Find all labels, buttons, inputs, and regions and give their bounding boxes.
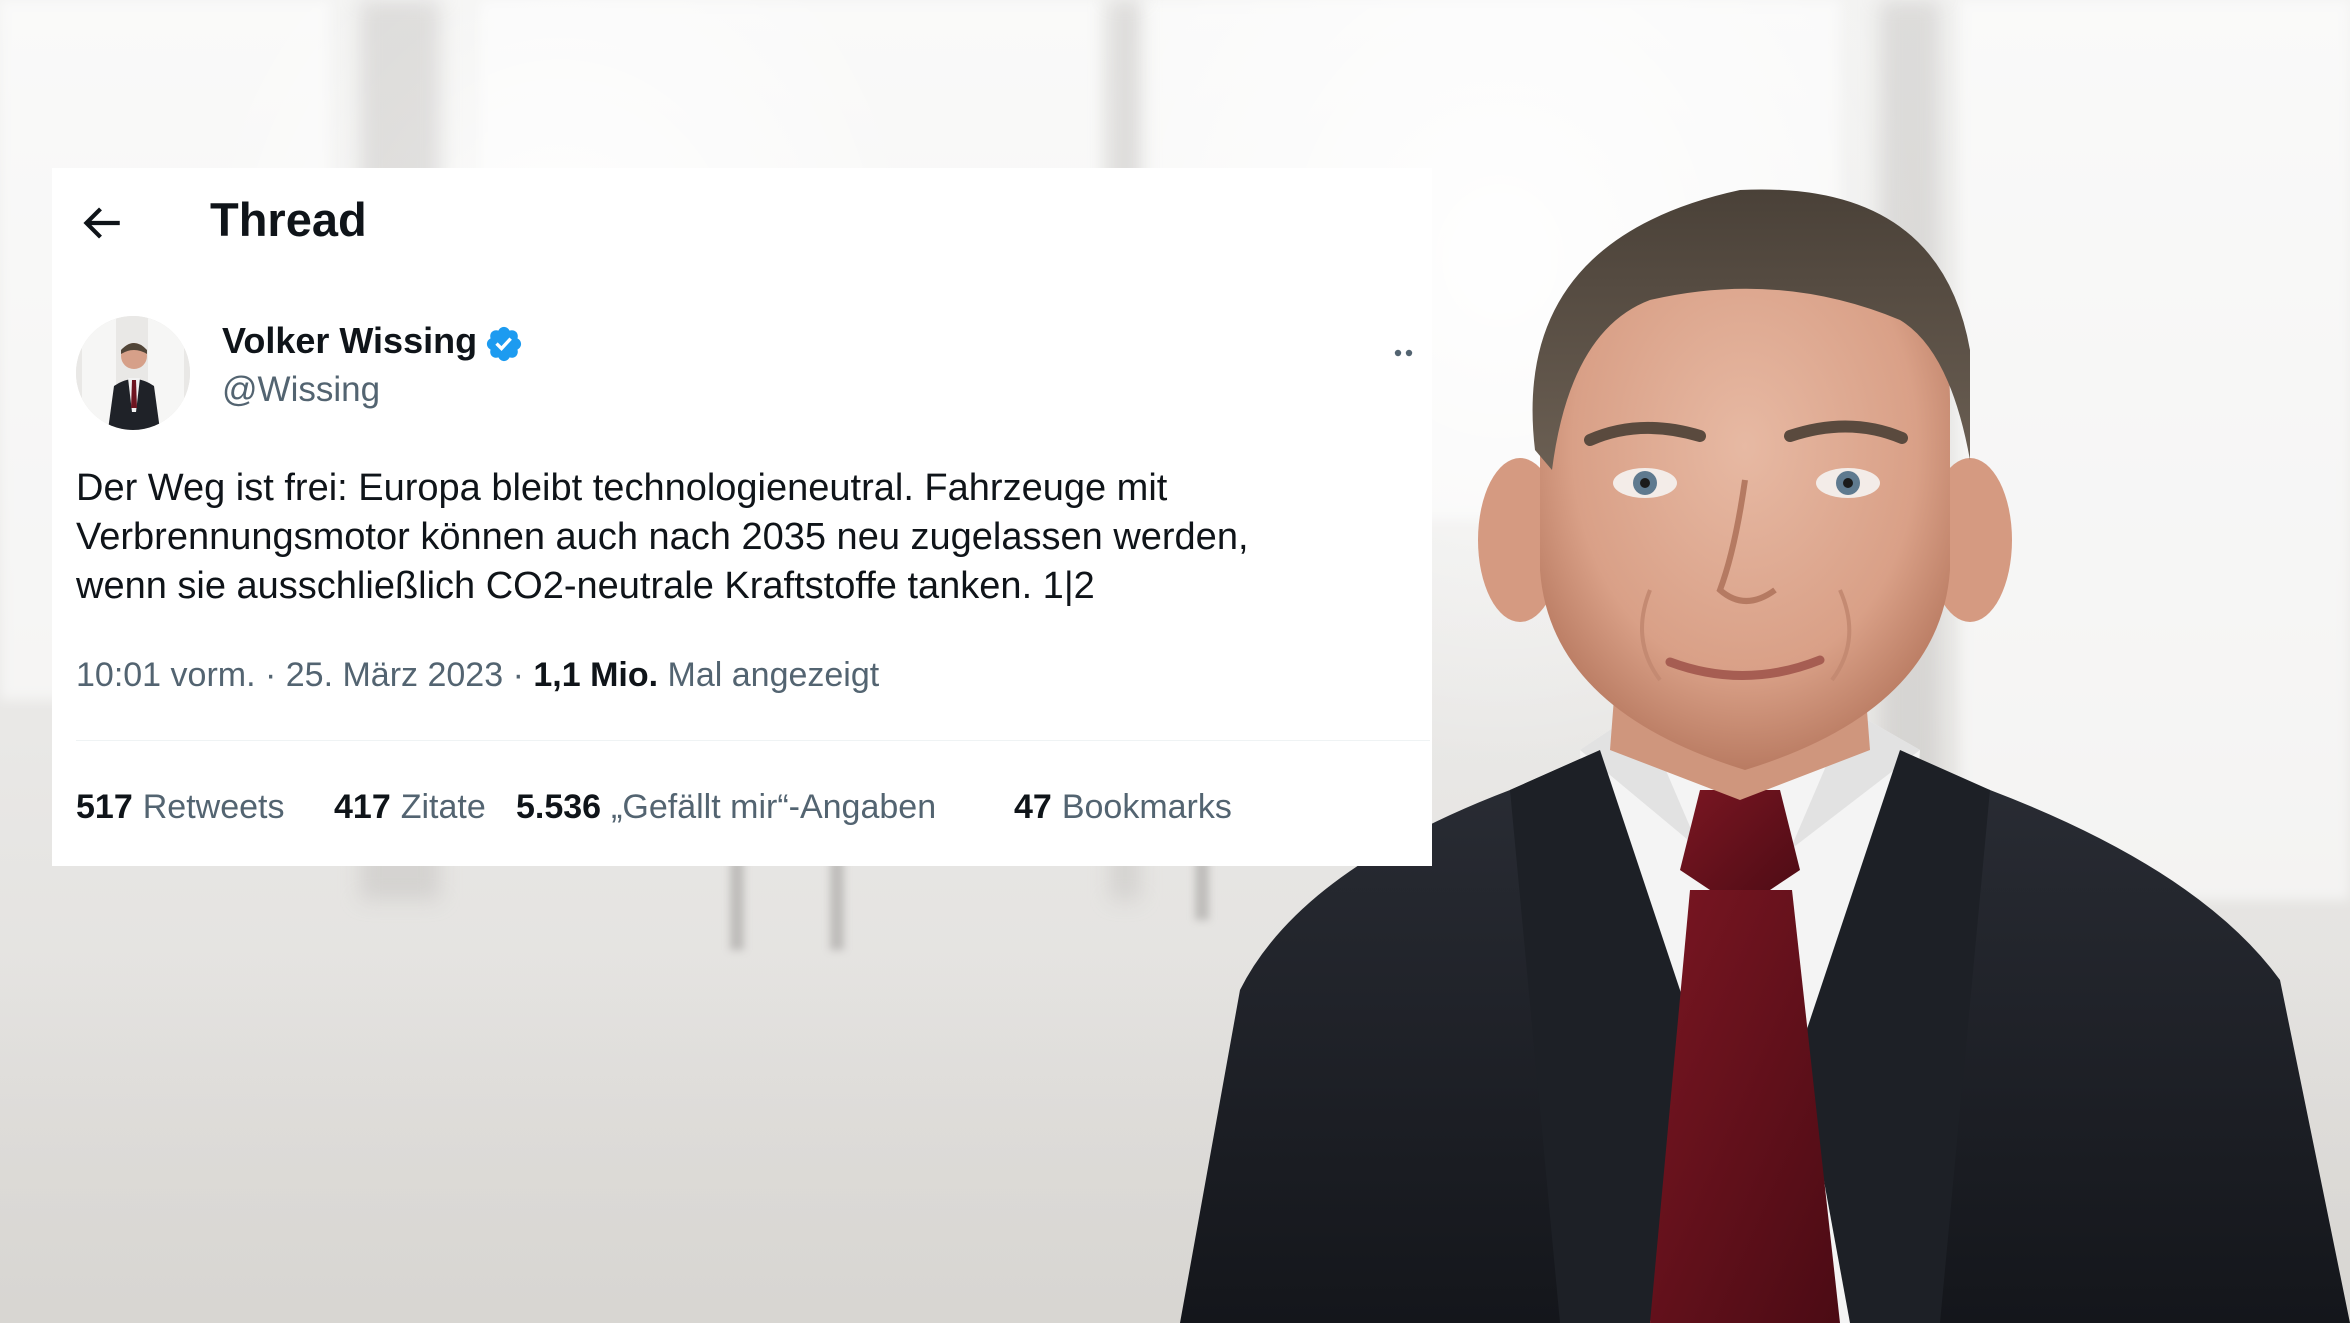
thread-header: Thread <box>52 168 1432 276</box>
railing-post <box>830 860 844 950</box>
quotes-count: 417 <box>334 788 391 826</box>
meta-separator: · <box>512 656 524 694</box>
author-handle[interactable]: @Wissing <box>222 370 380 410</box>
likes-label: „Gefällt mir“-Angaben <box>611 788 937 826</box>
quotes-label: Zitate <box>400 788 486 826</box>
likes-stat[interactable]: 5.536 „Gefällt mir“-Angaben <box>516 788 936 827</box>
likes-count: 5.536 <box>516 788 602 826</box>
tweet-text: Der Weg ist frei: Europa bleibt technolo… <box>76 467 1249 607</box>
retweets-count: 517 <box>76 788 133 826</box>
bookmarks-stat[interactable]: 47 Bookmarks <box>1014 788 1232 827</box>
retweets-stat[interactable]: 517 Retweets <box>76 788 284 827</box>
verified-badge-icon <box>484 324 524 364</box>
views-count: 1,1 Mio. <box>533 656 659 694</box>
arrow-left-icon[interactable] <box>76 198 126 248</box>
tweet-meta: 10:01 vorm. · 25. März 2023 · 1,1 Mio. M… <box>76 656 879 695</box>
avatar[interactable] <box>76 316 190 430</box>
tweet-time[interactable]: 10:01 vorm. <box>76 656 256 694</box>
page-title: Thread <box>210 193 367 246</box>
tweet-card: Thread Volker Wissing @Wissing Der Weg i… <box>52 168 1432 866</box>
author-name[interactable]: Volker Wissing <box>222 320 477 362</box>
railing-post <box>730 860 744 950</box>
avatar-image <box>76 316 190 430</box>
retweets-label: Retweets <box>142 788 285 826</box>
divider <box>76 740 1430 741</box>
bookmarks-count: 47 <box>1014 788 1052 826</box>
views-label: Mal angezeigt <box>667 656 880 694</box>
bookmarks-label: Bookmarks <box>1061 788 1232 826</box>
meta-separator: · <box>264 656 277 694</box>
tweet-date[interactable]: 25. März 2023 <box>286 656 503 694</box>
quotes-stat[interactable]: 417 Zitate <box>334 788 486 827</box>
more-options-icon[interactable] <box>1392 336 1426 370</box>
